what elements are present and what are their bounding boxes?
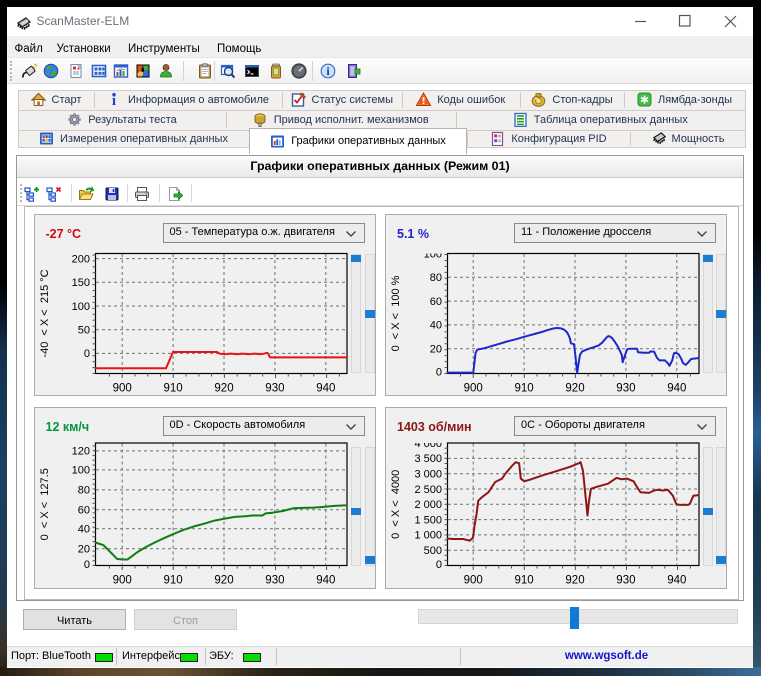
svg-text:900: 900 xyxy=(464,382,483,394)
svg-text:4 000: 4 000 xyxy=(414,438,442,450)
svg-text:120: 120 xyxy=(71,446,89,458)
svg-text:40: 40 xyxy=(430,320,442,332)
svg-text:20: 20 xyxy=(77,544,89,556)
svg-text:0 < X < 100 %: 0 < X < 100 % xyxy=(390,275,402,351)
svg-text:0 < X < 127.5: 0 < X < 127.5 xyxy=(39,468,51,540)
svg-text:920: 920 xyxy=(565,574,584,586)
svg-text:2 000: 2 000 xyxy=(414,499,442,511)
svg-text:2 500: 2 500 xyxy=(414,484,442,496)
svg-text:930: 930 xyxy=(616,382,635,394)
svg-text:910: 910 xyxy=(515,574,534,586)
svg-text:100: 100 xyxy=(71,465,89,477)
svg-text:920: 920 xyxy=(565,382,584,394)
svg-text:80: 80 xyxy=(77,485,89,497)
svg-text:930: 930 xyxy=(616,574,635,586)
svg-text:1 000: 1 000 xyxy=(414,530,442,542)
svg-text:60: 60 xyxy=(430,296,442,308)
svg-text:100: 100 xyxy=(424,248,442,260)
svg-text:930: 930 xyxy=(265,574,284,586)
svg-text:50: 50 xyxy=(77,325,89,337)
svg-text:900: 900 xyxy=(112,382,131,394)
svg-text:910: 910 xyxy=(515,382,534,394)
svg-text:0: 0 xyxy=(436,366,442,378)
svg-text:60: 60 xyxy=(77,505,89,517)
svg-text:0: 0 xyxy=(83,559,89,571)
svg-text:0: 0 xyxy=(83,348,89,360)
svg-text:100: 100 xyxy=(71,301,89,313)
svg-text:0: 0 xyxy=(436,559,442,571)
svg-text:920: 920 xyxy=(214,574,233,586)
svg-text:40: 40 xyxy=(77,524,89,536)
svg-text:900: 900 xyxy=(464,574,483,586)
svg-text:940: 940 xyxy=(316,574,335,586)
svg-text:940: 940 xyxy=(667,382,686,394)
svg-text:80: 80 xyxy=(430,272,442,284)
svg-text:150: 150 xyxy=(71,277,89,289)
svg-text:3 000: 3 000 xyxy=(414,469,442,481)
svg-text:20: 20 xyxy=(430,344,442,356)
svg-text:920: 920 xyxy=(214,382,233,394)
svg-text:0 < X < 4000: 0 < X < 4000 xyxy=(390,470,402,539)
svg-text:910: 910 xyxy=(163,574,182,586)
svg-text:-40 < X < 215 °C: -40 < X < 215 °C xyxy=(39,269,51,357)
svg-text:1 500: 1 500 xyxy=(414,514,442,526)
svg-text:930: 930 xyxy=(265,382,284,394)
svg-text:3 500: 3 500 xyxy=(414,453,442,465)
svg-text:900: 900 xyxy=(112,574,131,586)
svg-text:940: 940 xyxy=(667,574,686,586)
svg-text:500: 500 xyxy=(424,545,442,557)
svg-text:910: 910 xyxy=(163,382,182,394)
svg-text:200: 200 xyxy=(71,253,89,265)
svg-text:940: 940 xyxy=(316,382,335,394)
